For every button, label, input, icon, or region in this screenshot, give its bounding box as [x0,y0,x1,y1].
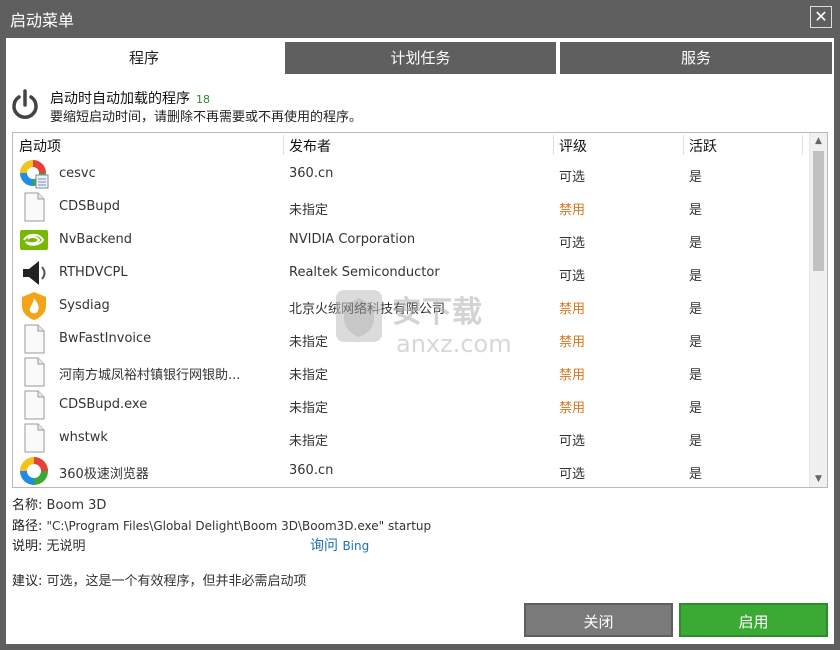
scroll-thumb[interactable] [813,151,824,271]
row-active: 是 [689,203,703,218]
row-name: Sysdiag [59,298,110,313]
row-rating: 禁用 [559,203,586,218]
row-name: RTHDVCPL [59,265,128,280]
list-header: 启动项 发布者 评级 活跃 [13,133,803,157]
detail-name-value: Boom 3D [46,498,107,513]
dialog-body: 程序 计划任务 服务 启动时自动加载的程序 18 要缩短启动时间，请删除不再需要或… [6,38,834,644]
startup-count-badge: 18 [196,93,210,106]
detail-desc-value: 无说明 [46,539,86,554]
row-name: whstwk [59,430,108,445]
row-active: 是 [689,335,703,350]
detail-path: 路径: "C:\Program Files\Global Delight\Boo… [12,515,431,534]
360-browser-icon [20,457,48,485]
header-title: 启动时自动加载的程序 18 [50,88,210,108]
360-app-icon [20,160,49,189]
file-icon [24,423,45,453]
row-name: 河南方城凤裕村镇银行网银助... [59,368,241,383]
close-button[interactable]: 关闭 [524,603,673,637]
row-rating: 可选 [559,467,586,482]
ask-label: 询问 [310,538,338,554]
column-header-publisher[interactable]: 发布者 [283,136,331,156]
table-row[interactable]: CDSBupd.exe 未指定 禁用 是 [13,388,803,421]
row-publisher: 360.cn [289,463,334,478]
detail-desc-label: 说明: [12,539,43,554]
file-icon [24,357,45,387]
detail-name-label: 名称: [12,498,43,513]
tab-scheduled-tasks[interactable]: 计划任务 [285,42,556,74]
file-icon [24,192,45,222]
list-scrollbar[interactable]: ▲ ▼ [809,133,827,487]
detail-advice-label: 建议: [12,574,43,589]
table-row[interactable]: 360极速浏览器 360.cn 可选 是 [13,454,803,487]
scroll-up-arrow-icon[interactable]: ▲ [810,133,827,149]
table-row[interactable]: cesvc 360.cn 可选 是 [13,157,803,190]
enable-button[interactable]: 启用 [679,603,828,637]
close-window-button[interactable]: ✕ [810,6,832,28]
row-rating: 禁用 [559,335,586,350]
detail-path-label: 路径: [12,519,43,534]
tab-programs[interactable]: 程序 [6,42,282,74]
row-active: 是 [689,269,703,284]
table-row[interactable]: CDSBupd 未指定 禁用 是 [13,190,803,223]
row-rating: 禁用 [559,302,586,317]
shield-icon [22,292,46,320]
nvidia-icon [20,230,48,250]
watermark-logo: 安下载 anxz.com [336,290,512,358]
row-active: 是 [689,401,703,416]
ask-bing-link[interactable]: 询问 Bing [310,535,369,555]
column-header-active[interactable]: 活跃 [683,136,717,156]
window-title: 启动菜单 [10,11,75,30]
header-title-text: 启动时自动加载的程序 [50,91,190,107]
row-publisher: 未指定 [289,203,329,218]
detail-path-value: "C:\Program Files\Global Delight\Boom 3D… [46,519,432,533]
row-active: 是 [689,170,703,185]
table-row[interactable]: NvBackend NVIDIA Corporation 可选 是 [13,223,803,256]
tab-services[interactable]: 服务 [560,42,832,74]
watermark-text: 安下载 [392,295,482,330]
row-publisher: NVIDIA Corporation [289,232,416,247]
row-rating: 禁用 [559,368,586,383]
file-icon [24,390,45,420]
row-name: cesvc [59,166,96,181]
column-divider [802,135,803,155]
row-rating: 可选 [559,269,586,284]
row-publisher: 未指定 [289,368,329,383]
row-active: 是 [689,434,703,449]
row-publisher: 360.cn [289,166,334,181]
detail-description: 说明: 无说明 [12,535,86,554]
table-row[interactable]: whstwk 未指定 可选 是 [13,421,803,454]
detail-advice-value: 可选，这是一个有效程序，但并非必需启动项 [46,574,307,589]
column-header-rating[interactable]: 评级 [553,136,587,156]
speaker-icon [23,261,46,285]
row-name: CDSBupd [59,199,121,214]
row-name: CDSBupd.exe [59,397,148,412]
detail-name: 名称: Boom 3D [12,494,106,513]
power-icon [12,89,38,119]
scroll-down-arrow-icon[interactable]: ▼ [810,471,827,487]
header-description: 要缩短启动时间，请删除不再需要或不再使用的程序。 [50,110,363,125]
row-rating: 禁用 [559,401,586,416]
row-active: 是 [689,368,703,383]
row-rating: 可选 [559,170,586,185]
row-active: 是 [689,302,703,317]
watermark-subtext: anxz.com [396,330,512,358]
column-header-startup-item[interactable]: 启动项 [13,136,61,156]
row-name: NvBackend [59,232,133,247]
row-publisher: Realtek Semiconductor [289,265,440,280]
row-name: 360极速浏览器 [59,467,149,482]
row-publisher: 未指定 [289,434,329,449]
row-name: BwFastInvoice [59,331,152,346]
file-icon [24,324,45,354]
row-active: 是 [689,467,703,482]
row-publisher: 未指定 [289,401,329,416]
row-rating: 可选 [559,434,586,449]
detail-advice: 建议: 可选，这是一个有效程序，但并非必需启动项 [12,570,307,589]
row-rating: 可选 [559,236,586,251]
row-active: 是 [689,236,703,251]
ask-engine: Bing [342,539,370,553]
title-bar: 启动菜单 ✕ [0,0,840,36]
